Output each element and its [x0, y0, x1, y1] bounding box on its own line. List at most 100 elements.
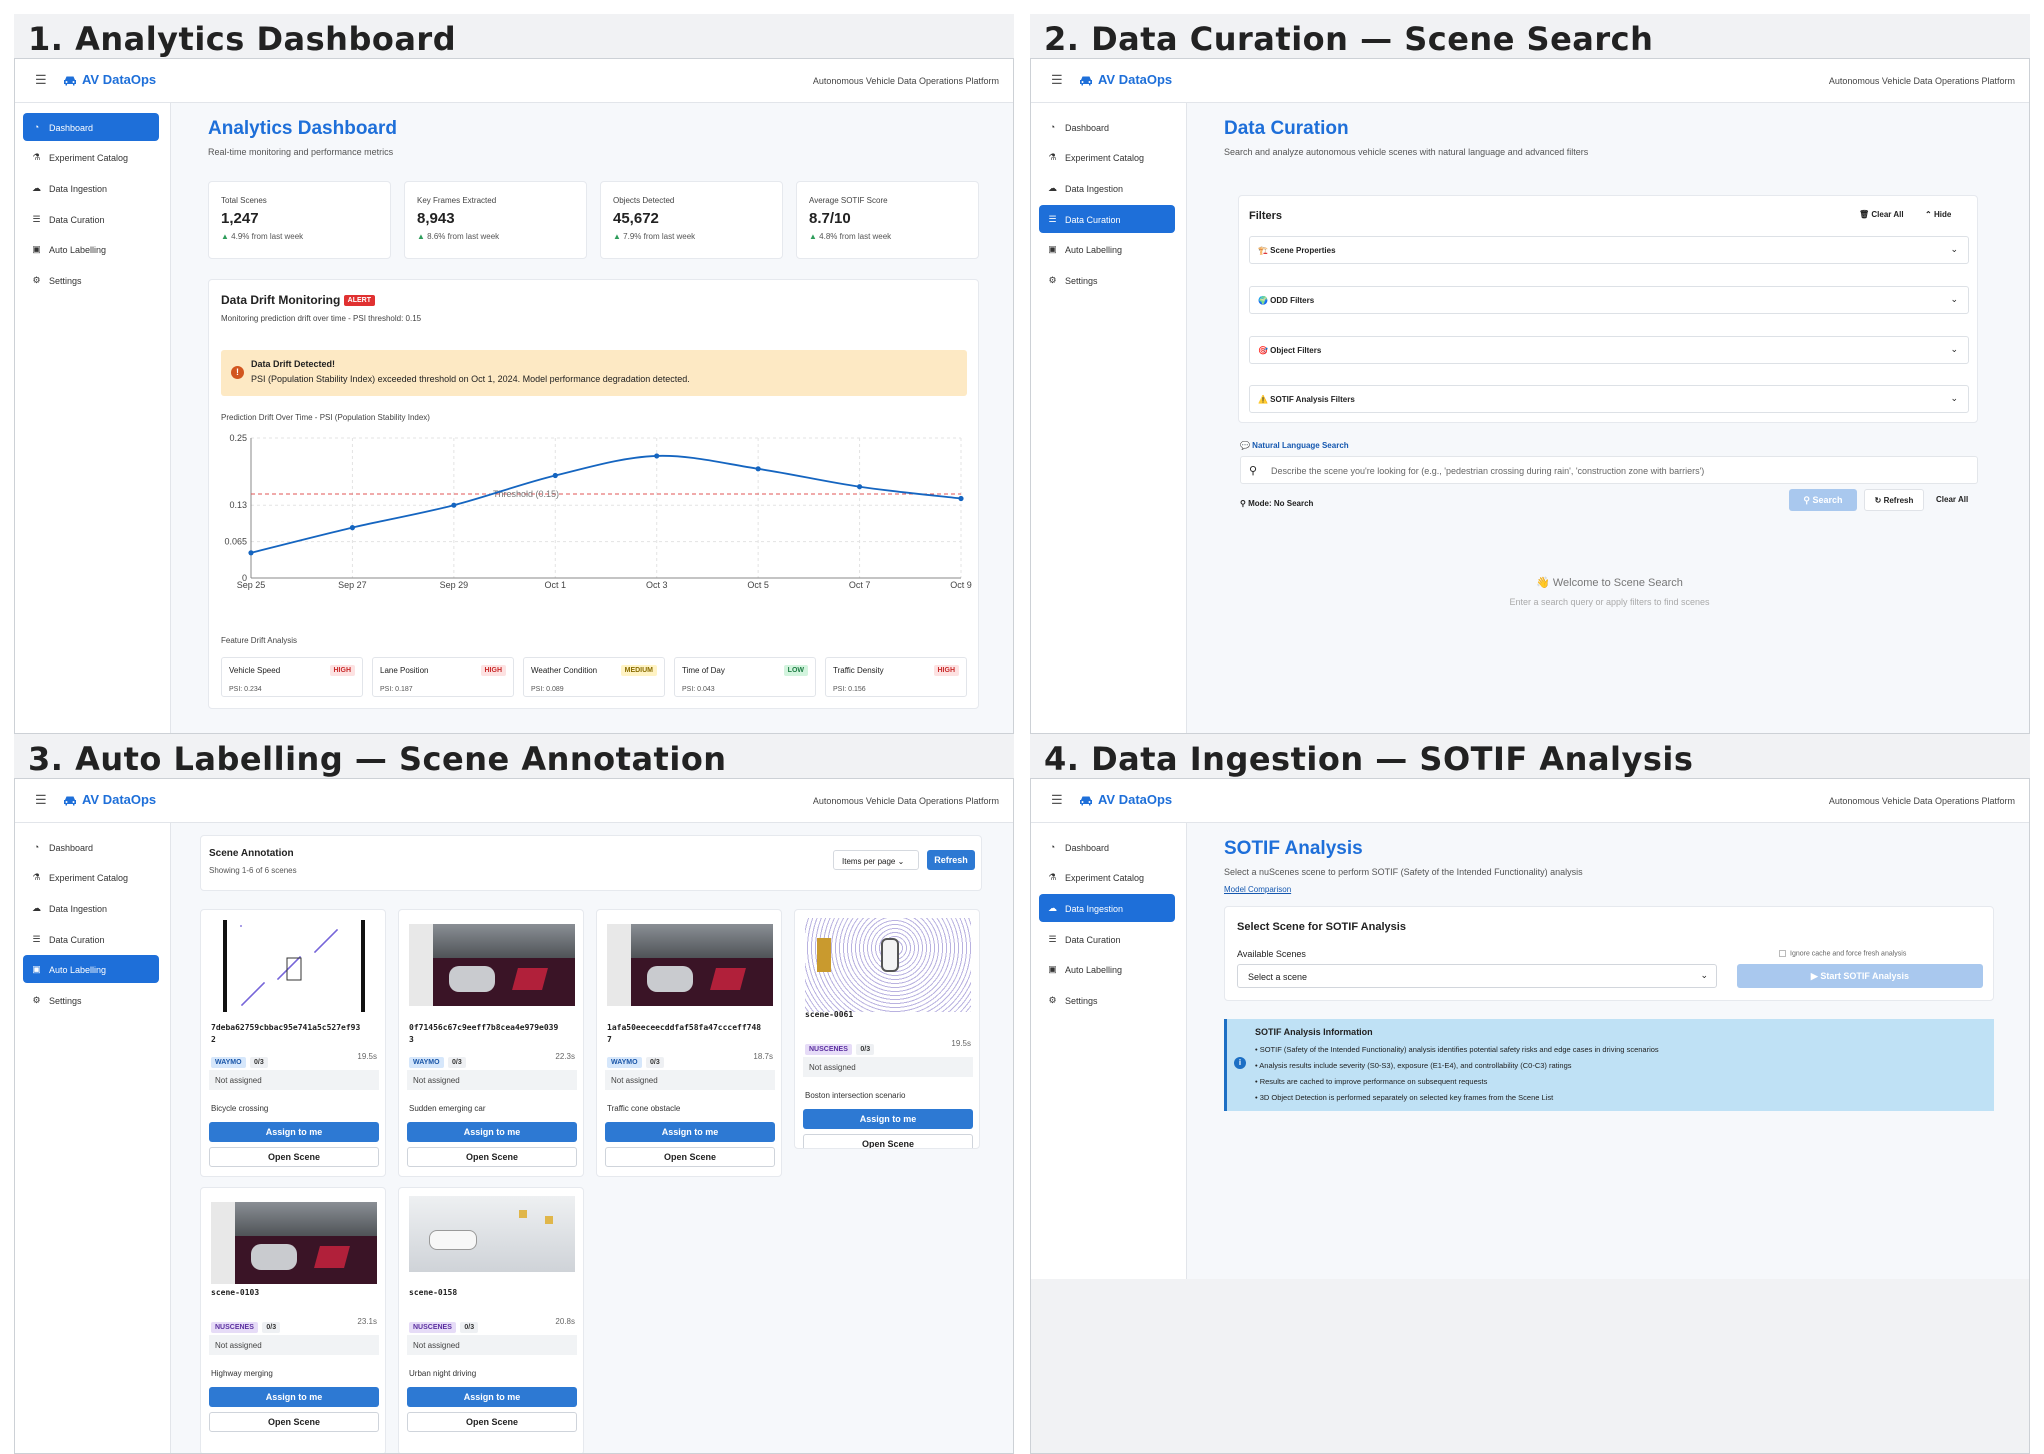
- filter-odd[interactable]: 🌍 ODD Filters ⌄: [1249, 286, 1969, 314]
- sidebar-item-settings[interactable]: ⚙ Settings: [1039, 986, 1175, 1014]
- panel-sotif-analysis: 4. Data Ingestion — SOTIF Analysis ☰ AV …: [1030, 734, 2030, 1454]
- sidebar-item-auto-labelling[interactable]: ▣ Auto Labelling: [23, 955, 159, 983]
- sidebar-item-data-ingestion[interactable]: ☁ Data Ingestion: [1039, 174, 1175, 202]
- scene-thumbnail: [211, 918, 377, 1014]
- menu-icon[interactable]: ☰: [35, 792, 47, 808]
- model-comparison-link[interactable]: Model Comparison: [1224, 885, 1291, 894]
- stat-value: 45,672: [613, 210, 659, 227]
- filter-sotif[interactable]: ⚠️ SOTIF Analysis Filters ⌄: [1249, 385, 1969, 413]
- sidebar-item-dashboard[interactable]: ◔ Dashboard: [23, 113, 159, 141]
- sidebar-item-auto-labelling[interactable]: ▣ Auto Labelling: [1039, 955, 1175, 983]
- sidebar-item-experiment-catalog[interactable]: ⚗ Experiment Catalog: [1039, 863, 1175, 891]
- filter-scene-properties[interactable]: 🏗️ Scene Properties ⌄: [1249, 236, 1969, 264]
- clear-all-filters-button[interactable]: 🗑 Clear All: [1859, 210, 1904, 219]
- filter-object[interactable]: 🎯 Object Filters ⌄: [1249, 336, 1969, 364]
- sidebar-item-data-curation[interactable]: ☰ Data Curation: [23, 205, 159, 233]
- main-content: Scene Annotation Showing 1-6 of 6 scenes…: [172, 823, 1013, 1453]
- open-scene-button[interactable]: Open Scene: [407, 1147, 577, 1167]
- sidebar-item-settings[interactable]: ⚙ Settings: [23, 986, 159, 1014]
- scene-id: scene-0061: [805, 1010, 854, 1019]
- sidebar-item-data-ingestion[interactable]: ☁ Data Ingestion: [23, 894, 159, 922]
- feature-drift-item: Lane Position HIGH PSI: 0.187: [372, 657, 514, 697]
- drift-title: Data Drift Monitoring ALERT: [221, 293, 376, 307]
- page-subtitle: Real-time monitoring and performance met…: [208, 147, 394, 157]
- sidebar-item-auto-labelling[interactable]: ▣ Auto Labelling: [1039, 235, 1175, 263]
- open-scene-button[interactable]: Open Scene: [209, 1147, 379, 1167]
- drift-level-badge: LOW: [783, 665, 808, 676]
- stat-change: ▲ 4.8% from last week: [809, 232, 892, 241]
- items-per-page-select[interactable]: Items per page ⌄: [833, 850, 919, 870]
- assign-to-me-button[interactable]: Assign to me: [803, 1109, 973, 1129]
- x-tick-label: Oct 3: [646, 580, 668, 590]
- clear-all-button[interactable]: Clear All: [1936, 495, 1968, 504]
- open-scene-button[interactable]: Open Scene: [605, 1147, 775, 1167]
- menu-icon[interactable]: ☰: [1051, 792, 1063, 808]
- scene-description: Highway merging: [211, 1369, 273, 1378]
- scene-meta: NUSCENES 0/3 19.5s: [805, 1038, 971, 1055]
- brand-logo[interactable]: AV DataOps: [1079, 792, 1172, 807]
- cloud-upload-icon: ☁: [1048, 183, 1057, 193]
- gear-icon: ⚙: [32, 275, 41, 285]
- sidebar-item-data-ingestion[interactable]: ☁ Data Ingestion: [23, 174, 159, 202]
- scene-duration: 22.3s: [555, 1052, 575, 1061]
- sidebar-item-data-curation[interactable]: ☰ Data Curation: [1039, 925, 1175, 953]
- chevron-down-icon: ⌄: [1950, 344, 1958, 354]
- ignore-cache-option[interactable]: Ignore cache and force fresh analysis: [1779, 950, 1906, 957]
- sidebar-item-auto-labelling[interactable]: ▣ Auto Labelling: [23, 235, 159, 263]
- assign-to-me-button[interactable]: Assign to me: [407, 1122, 577, 1142]
- sidebar-item-experiment-catalog[interactable]: ⚗ Experiment Catalog: [23, 863, 159, 891]
- filters-title: Filters: [1249, 210, 1283, 222]
- sidebar-item-settings[interactable]: ⚙ Settings: [1039, 266, 1175, 294]
- refresh-button[interactable]: Refresh: [927, 850, 975, 870]
- ignore-cache-checkbox[interactable]: [1779, 950, 1786, 957]
- menu-icon[interactable]: ☰: [35, 72, 47, 88]
- assign-to-me-button[interactable]: Assign to me: [407, 1387, 577, 1407]
- panel-title: 1. Analytics Dashboard: [28, 20, 457, 58]
- open-scene-button[interactable]: Open Scene: [407, 1412, 577, 1432]
- assign-to-me-button[interactable]: Assign to me: [605, 1122, 775, 1142]
- brand-logo[interactable]: AV DataOps: [63, 72, 156, 87]
- trend-up-icon: ▲: [809, 232, 817, 241]
- refresh-button[interactable]: ↻ Refresh: [1864, 489, 1924, 511]
- scene-card: scene-0061 NUSCENES 0/3 19.5s Not assign…: [794, 909, 980, 1149]
- brand-logo[interactable]: AV DataOps: [1079, 72, 1172, 87]
- gear-icon: ⚙: [32, 995, 41, 1005]
- sidebar-item-dashboard[interactable]: ◔ Dashboard: [1039, 833, 1175, 861]
- scene-meta: WAYMO 0/3 22.3s: [409, 1051, 575, 1068]
- assign-to-me-button[interactable]: Assign to me: [209, 1122, 379, 1142]
- hide-filters-button[interactable]: ⌃ Hide: [1925, 210, 1951, 219]
- lidar-point: [240, 925, 242, 927]
- search-mode: ⚲ Mode: No Search: [1240, 499, 1314, 508]
- sidebar-item-experiment-catalog[interactable]: ⚗ Experiment Catalog: [1039, 143, 1175, 171]
- sidebar-item-experiment-catalog[interactable]: ⚗ Experiment Catalog: [23, 143, 159, 171]
- alert-title: Data Drift Detected!: [251, 359, 336, 369]
- sidebar-item-data-ingestion[interactable]: ☁ Data Ingestion: [1039, 894, 1175, 922]
- open-scene-button[interactable]: Open Scene: [803, 1134, 973, 1148]
- y-tick-label: 0.25: [229, 433, 247, 443]
- info-item: • SOTIF (Safety of the Intended Function…: [1255, 1045, 1659, 1054]
- open-scene-button[interactable]: Open Scene: [209, 1412, 379, 1432]
- search-button[interactable]: ⚲ Search: [1789, 489, 1857, 511]
- top-bar: ☰ AV DataOps Autonomous Vehicle Data Ope…: [15, 59, 1013, 103]
- nl-search-input[interactable]: ⚲ Describe the scene you're looking for …: [1240, 456, 1978, 484]
- sidebar-item-settings[interactable]: ⚙ Settings: [23, 266, 159, 294]
- scene-select[interactable]: Select a scene ⌄: [1237, 964, 1717, 988]
- annotation-count-badge: 0/3: [646, 1057, 664, 1068]
- psi-data-point: [552, 472, 558, 479]
- stat-label: Average SOTIF Score: [809, 196, 888, 205]
- sidebar-item-data-curation[interactable]: ☰ Data Curation: [23, 925, 159, 953]
- start-sotif-analysis-button[interactable]: ▶ Start SOTIF Analysis: [1737, 964, 1983, 988]
- sidebar-item-dashboard[interactable]: ◔ Dashboard: [1039, 113, 1175, 141]
- drift-level-badge: HIGH: [329, 665, 355, 676]
- x-tick-label: Oct 1: [545, 580, 567, 590]
- sidebar-item-data-curation[interactable]: ☰ Data Curation: [1039, 205, 1175, 233]
- images-icon: ▣: [32, 964, 41, 974]
- assign-to-me-button[interactable]: Assign to me: [209, 1387, 379, 1407]
- list-icon: ☰: [1048, 214, 1057, 224]
- menu-icon[interactable]: ☰: [1051, 72, 1063, 88]
- psi-data-point: [654, 453, 660, 459]
- app-window: ☰ AV DataOps Autonomous Vehicle Data Ope…: [1030, 58, 2030, 734]
- sidebar-item-dashboard[interactable]: ◔ Dashboard: [23, 833, 159, 861]
- brand-logo[interactable]: AV DataOps: [63, 792, 156, 807]
- scene-thumbnail: [607, 924, 773, 1006]
